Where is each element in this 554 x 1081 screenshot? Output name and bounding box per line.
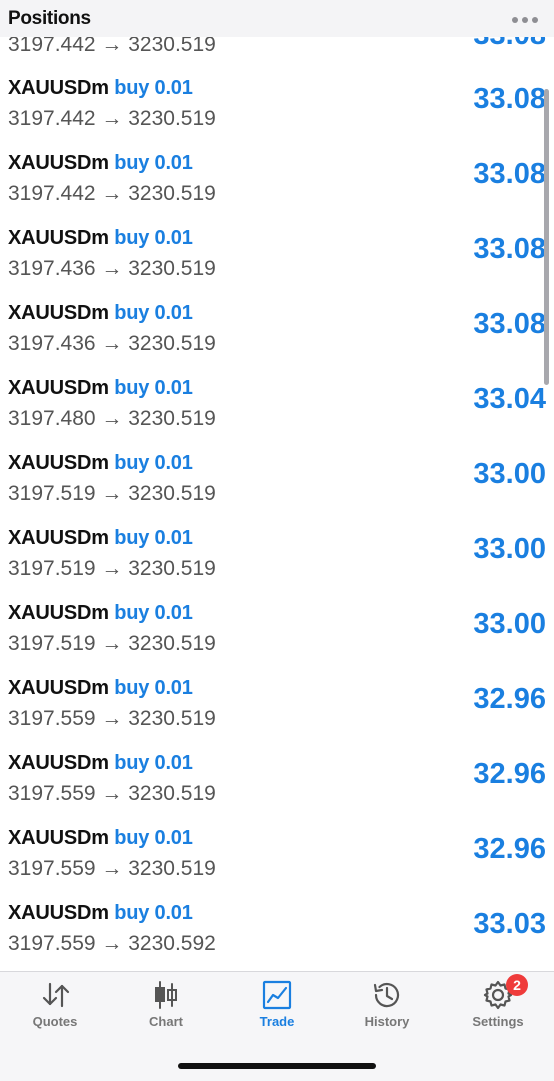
home-indicator[interactable] bbox=[178, 1063, 376, 1069]
trade-chart-icon bbox=[262, 980, 292, 1010]
list-item[interactable]: XAUUSDm buy 0.01 3197.442 → 3230.519 33.… bbox=[0, 37, 554, 130]
candlestick-icon bbox=[155, 981, 177, 1009]
position-symbol: XAUUSDm buy 0.01 bbox=[8, 77, 193, 99]
position-side: buy 0.01 bbox=[114, 677, 193, 699]
position-symbol: XAUUSDm buy 0.01 bbox=[8, 902, 193, 924]
position-side: buy 0.01 bbox=[114, 602, 193, 624]
tab-history-label: History bbox=[364, 1014, 410, 1029]
list-item[interactable]: XAUUSDm buy 0.01 3197.436 → 3230.519 33.… bbox=[0, 262, 554, 355]
list-item[interactable]: XAUUSDm buy 0.01 3197.519 → 3230.519 33.… bbox=[0, 487, 554, 580]
position-symbol: XAUUSDm buy 0.01 bbox=[8, 602, 193, 624]
list-item[interactable]: XAUUSDm buy 0.01 3197.519 → 3230.519 33.… bbox=[0, 562, 554, 655]
position-side: buy 0.01 bbox=[114, 827, 193, 849]
positions-list[interactable]: 33.08 3197.442 → 3230.519 XAUUSDm buy 0.… bbox=[0, 37, 554, 971]
more-dots-icon[interactable] bbox=[512, 17, 538, 23]
list-item[interactable]: XAUUSDm buy 0.01 3197.559 → 3230.519 32.… bbox=[0, 712, 554, 805]
tab-settings[interactable]: 2 Settings bbox=[448, 974, 548, 1040]
history-clock-icon bbox=[373, 982, 400, 1008]
position-symbol: XAUUSDm buy 0.01 bbox=[8, 752, 193, 774]
list-item[interactable]: XAUUSDm buy 0.01 3197.559 → 3230.519 32.… bbox=[0, 787, 554, 880]
position-side: buy 0.01 bbox=[114, 452, 193, 474]
position-side: buy 0.01 bbox=[114, 902, 193, 924]
list-item[interactable]: XAUUSDm buy 0.01 3197.519 → 3230.519 33.… bbox=[0, 412, 554, 505]
tab-quotes[interactable]: Quotes bbox=[5, 980, 105, 1040]
position-side: buy 0.01 bbox=[114, 77, 193, 99]
position-profit: 33.03 bbox=[473, 908, 546, 940]
tab-chart[interactable]: Chart bbox=[116, 980, 216, 1040]
list-scrollbar[interactable] bbox=[544, 89, 549, 385]
positions-header: Positions bbox=[0, 0, 554, 37]
position-side: buy 0.01 bbox=[114, 302, 193, 324]
position-symbol: XAUUSDm buy 0.01 bbox=[8, 377, 193, 399]
tab-quotes-label: Quotes bbox=[32, 1014, 78, 1029]
position-side: buy 0.01 bbox=[114, 152, 193, 174]
position-symbol: XAUUSDm buy 0.01 bbox=[8, 452, 193, 474]
position-symbol: XAUUSDm buy 0.01 bbox=[8, 152, 193, 174]
settings-badge: 2 bbox=[506, 974, 528, 996]
position-symbol: XAUUSDm buy 0.01 bbox=[8, 677, 193, 699]
list-item[interactable]: XAUUSDm buy 0.01 3197.559 → 3230.519 32.… bbox=[0, 637, 554, 730]
list-item[interactable]: XAUUSDm buy 0.01 3197.436 → 3230.519 33.… bbox=[0, 187, 554, 280]
quotes-arrows-icon bbox=[42, 982, 70, 1008]
list-item[interactable]: XAUUSDm buy 0.01 3197.480 → 3230.519 33.… bbox=[0, 337, 554, 430]
list-item[interactable]: XAUUSDm buy 0.01 3197.559 → 3230.592 33.… bbox=[0, 862, 554, 955]
position-side: buy 0.01 bbox=[114, 752, 193, 774]
position-symbol: XAUUSDm buy 0.01 bbox=[8, 302, 193, 324]
tab-settings-label: Settings bbox=[472, 1014, 524, 1029]
tab-trade[interactable]: Trade bbox=[227, 980, 327, 1040]
list-item[interactable]: XAUUSDm buy 0.01 3197.442 → 3230.519 33.… bbox=[0, 112, 554, 205]
tab-chart-label: Chart bbox=[149, 1014, 183, 1029]
position-symbol: XAUUSDm buy 0.01 bbox=[8, 527, 193, 549]
tab-trade-label: Trade bbox=[259, 1014, 295, 1029]
position-symbol: XAUUSDm buy 0.01 bbox=[8, 227, 193, 249]
position-side: buy 0.01 bbox=[114, 227, 193, 249]
position-side: buy 0.01 bbox=[114, 527, 193, 549]
position-prices: 3197.559 → 3230.592 bbox=[8, 932, 216, 955]
page-title: Positions bbox=[8, 8, 91, 29]
position-symbol: XAUUSDm buy 0.01 bbox=[8, 827, 193, 849]
tab-history[interactable]: History bbox=[337, 980, 437, 1040]
position-side: buy 0.01 bbox=[114, 377, 193, 399]
